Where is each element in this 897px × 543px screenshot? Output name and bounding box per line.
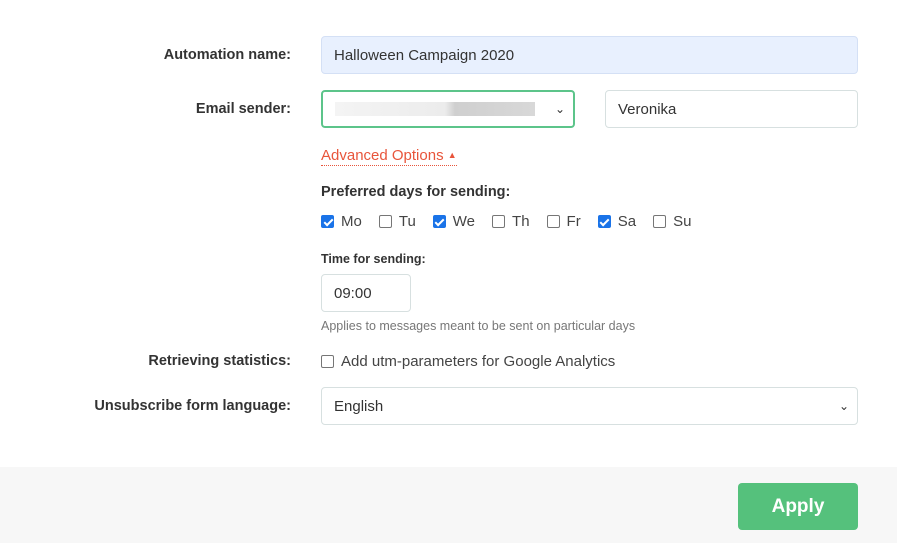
day-checkbox-sa[interactable]: Sa [597, 213, 637, 230]
sender-name-input[interactable]: Veronika [605, 90, 858, 128]
checkbox-checked[interactable] [597, 215, 611, 228]
day-label: Fr [566, 213, 581, 230]
retrieving-statistics-label: Retrieving statistics: [148, 353, 291, 369]
day-checkbox-su[interactable]: Su [653, 213, 691, 230]
utm-parameters-checkbox[interactable]: Add utm-parameters for Google Analytics [321, 353, 615, 370]
day-checkbox-mo[interactable]: Mo [321, 213, 362, 230]
day-checkbox-th[interactable]: Th [492, 213, 530, 230]
time-for-sending-label: Time for sending: [321, 252, 426, 266]
caret-up-icon: ▲ [447, 150, 457, 160]
unsubscribe-language-select[interactable]: English ⌄ [321, 387, 858, 425]
apply-button[interactable]: Apply [738, 483, 858, 530]
time-input[interactable]: 09:00 [321, 274, 411, 312]
day-label: Mo [341, 213, 362, 230]
email-sender-select[interactable]: ⌄ [321, 90, 575, 128]
automation-name-label: Automation name: [163, 47, 291, 63]
utm-checkbox-label: Add utm-parameters for Google Analytics [341, 353, 616, 370]
checkbox-checked[interactable] [321, 215, 334, 228]
automation-name-input[interactable]: Halloween Campaign 2020 [321, 36, 858, 74]
preferred-days-group: Mo Tu We Th Fr Sa Su [321, 213, 708, 230]
day-checkbox-fr[interactable]: Fr [546, 213, 581, 230]
checkbox[interactable] [653, 215, 667, 228]
checkbox-checked[interactable] [432, 215, 446, 228]
time-hint: Applies to messages meant to be sent on … [321, 319, 636, 333]
checkbox[interactable] [321, 355, 334, 368]
day-label: Sa [617, 213, 637, 230]
selected-language: English [334, 397, 384, 415]
day-label: Th [512, 213, 530, 230]
day-label: Tu [398, 213, 416, 230]
advanced-options-toggle[interactable]: Advanced Options ▲ [321, 147, 457, 166]
day-label: Su [673, 213, 692, 230]
redacted-email [335, 102, 535, 116]
chevron-down-icon: ⌄ [838, 399, 849, 413]
preferred-days-label: Preferred days for sending: [321, 184, 511, 200]
advanced-options-label: Advanced Options [321, 147, 444, 164]
checkbox[interactable] [492, 215, 506, 228]
day-checkbox-we[interactable]: We [432, 213, 476, 230]
unsubscribe-language-label: Unsubscribe form language: [94, 398, 291, 414]
email-sender-label: Email sender: [195, 101, 291, 117]
chevron-down-icon: ⌄ [554, 102, 565, 116]
checkbox[interactable] [378, 215, 392, 228]
day-label: We [452, 213, 476, 230]
day-checkbox-tu[interactable]: Tu [378, 213, 416, 230]
checkbox[interactable] [546, 215, 560, 228]
